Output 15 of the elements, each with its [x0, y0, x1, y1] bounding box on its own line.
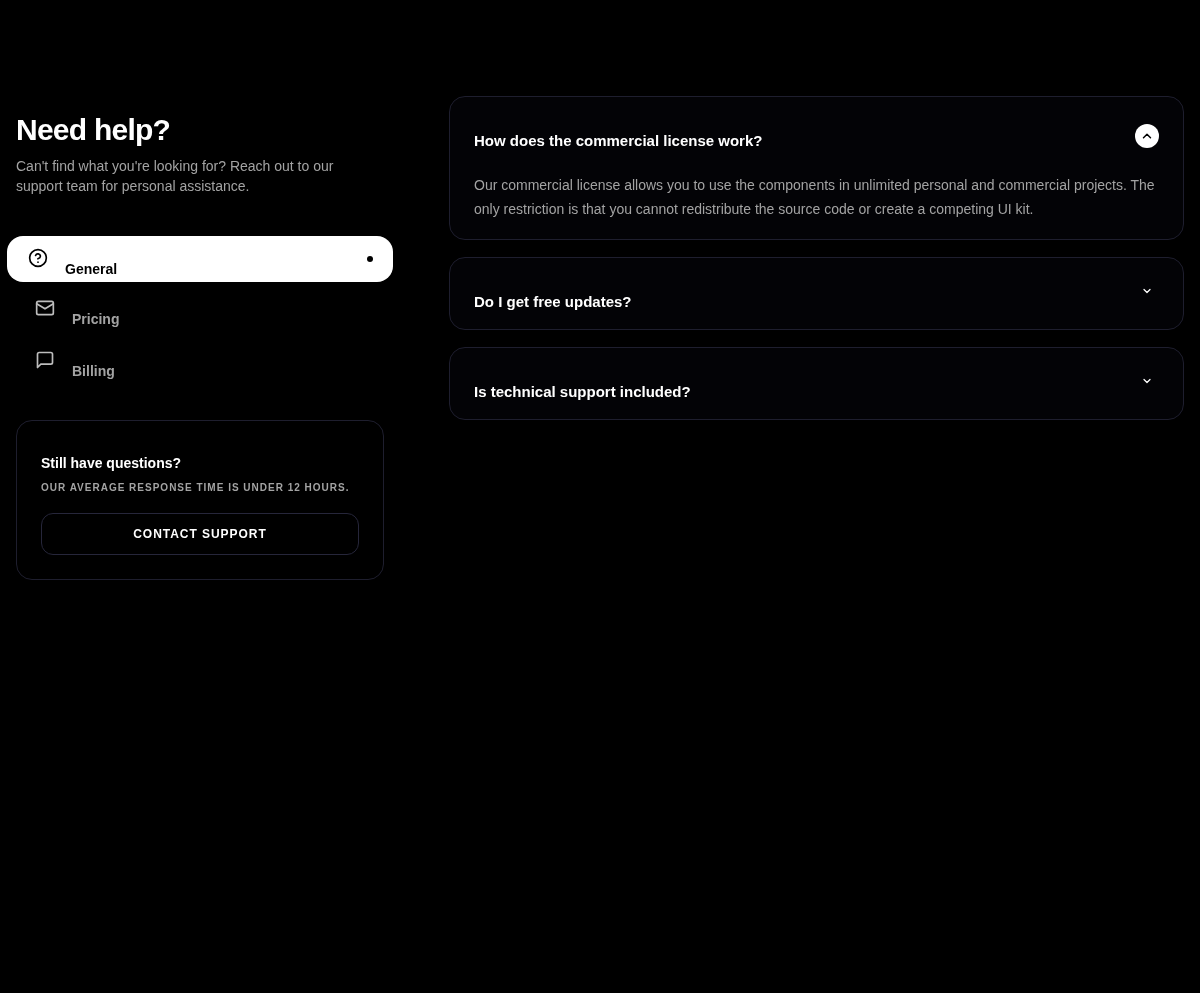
faq-answer: Our commercial license allows you to use the components in unlimited personal and commercial projects. The only restriction is that you cannot redistribute the source code or create a competing UI kit.	[474, 176, 1156, 219]
intro-text: Can't find what you're looking for? Reach out to our support team for personal assistance.	[16, 157, 335, 196]
card-subtitle: OUR AVERAGE RESPONSE TIME IS UNDER 12 HOURS.	[41, 481, 351, 495]
category-tab[interactable]: General	[7, 236, 393, 282]
faq-question-button[interactable]: Do I get free updates?	[474, 285, 1159, 312]
contact-support-button[interactable]: CONTACT SUPPORT	[41, 513, 359, 555]
faq-question-button[interactable]: How does the commercial license work?	[474, 124, 1159, 151]
help-icon	[28, 248, 48, 268]
card-title: Still have questions?	[41, 454, 183, 473]
mail-icon	[35, 298, 55, 318]
category-tab[interactable]: Billing	[7, 340, 393, 386]
category-tab[interactable]: Pricing	[7, 288, 393, 334]
page-heading: Need help?	[16, 112, 172, 148]
faq-question-button[interactable]: Is technical support included?	[474, 375, 1159, 402]
chat-icon	[35, 350, 55, 370]
